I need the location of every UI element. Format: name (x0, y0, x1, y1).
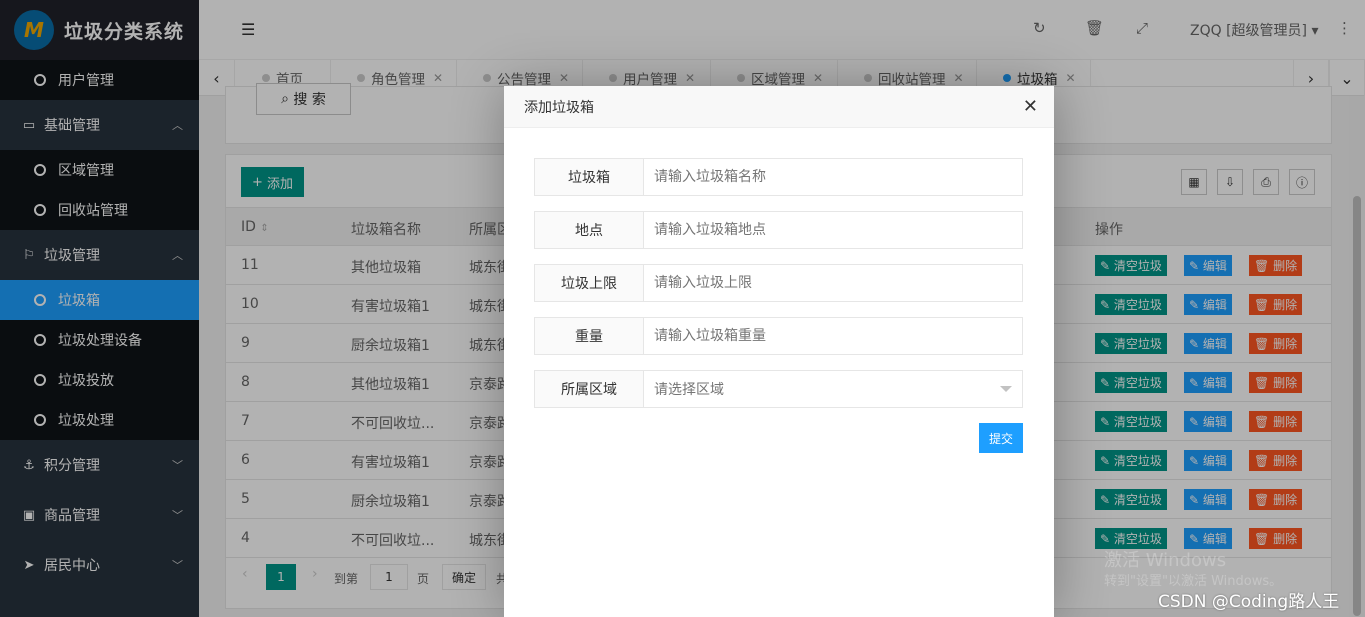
credit-watermark: CSDN @Coding路人王 (1158, 592, 1340, 612)
close-icon[interactable]: ✕ (1023, 96, 1038, 117)
add-bin-modal: 添加垃圾箱 ✕ 垃圾箱 地点 垃圾上限 重量 所属区域 请选择区域 提交 (504, 86, 1054, 617)
submit-button[interactable]: 提交 (979, 423, 1023, 453)
field-label: 所属区域 (535, 371, 644, 407)
bin-name-input[interactable] (644, 159, 1022, 195)
form-row-area: 所属区域 请选择区域 (534, 370, 1023, 408)
form-row-location: 地点 (534, 211, 1023, 249)
form-row-weight: 重量 (534, 317, 1023, 355)
capacity-input[interactable] (644, 265, 1022, 301)
field-label: 垃圾箱 (535, 159, 644, 195)
weight-input[interactable] (644, 318, 1022, 354)
select-placeholder: 请选择区域 (654, 382, 724, 398)
field-label: 地点 (535, 212, 644, 248)
location-input[interactable] (644, 212, 1022, 248)
area-select[interactable]: 请选择区域 (644, 371, 1022, 407)
watermark-title: 激活 Windows (1104, 550, 1227, 571)
form-row-bin-name: 垃圾箱 (534, 158, 1023, 196)
form-row-capacity: 垃圾上限 (534, 264, 1023, 302)
field-label: 垃圾上限 (535, 265, 644, 301)
field-label: 重量 (535, 318, 644, 354)
caret-down-icon (1000, 386, 1012, 392)
modal-title-bar: 添加垃圾箱 ✕ (504, 86, 1054, 128)
modal-title: 添加垃圾箱 (524, 99, 594, 116)
